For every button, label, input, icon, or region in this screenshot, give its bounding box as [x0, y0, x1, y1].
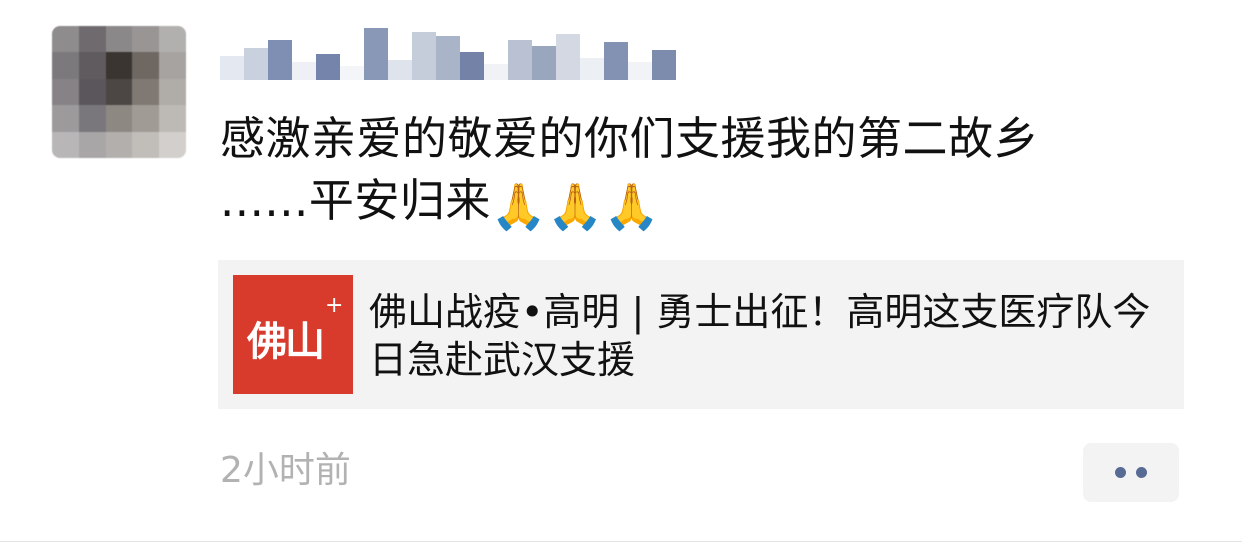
thumbnail-logo-text: 佛山 [247, 318, 325, 365]
article-title: 佛山战疫•高明 | 勇士出征！高明这支医疗队今日急赴武汉支援 [369, 290, 1151, 382]
article-thumbnail: 佛山 + [233, 275, 353, 394]
shared-article-card[interactable]: 佛山 + 佛山战疫•高明 | 勇士出征！高明这支医疗队今日急赴武汉支援 [218, 260, 1184, 409]
divider [0, 541, 1242, 542]
post-text-ellipsis-line: ......平安归来 [220, 174, 491, 227]
ellipsis-icon-dot [1136, 467, 1147, 478]
post-text-line-1: 感激亲爱的敬爱的你们支援我的第二故乡 [220, 112, 1040, 165]
folded-hands-emoji: 🙏🙏🙏 [490, 180, 661, 233]
post-timestamp: 2小时前 [220, 450, 351, 491]
ellipsis-icon [1115, 467, 1126, 478]
more-actions-button[interactable] [1083, 443, 1179, 502]
post-text: 感激亲爱的敬爱的你们支援我的第二故乡 ......平安归来🙏🙏🙏 [220, 108, 1180, 238]
plus-icon: + [325, 293, 344, 318]
avatar[interactable] [52, 26, 186, 158]
author-name[interactable] [220, 24, 690, 80]
post-text-line-2: ......平安归来🙏🙏🙏 [220, 170, 1180, 238]
